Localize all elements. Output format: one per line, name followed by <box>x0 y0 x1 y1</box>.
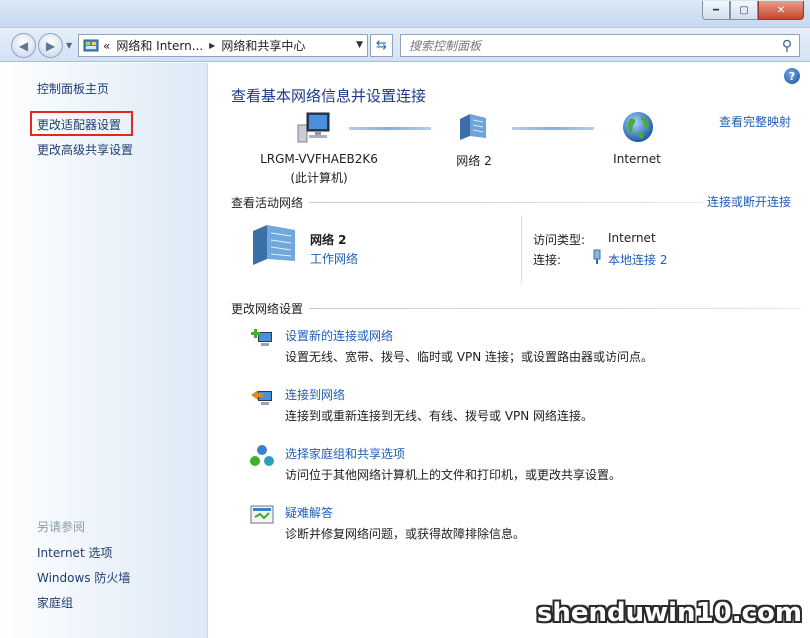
minimize-button[interactable]: ━ <box>702 1 730 20</box>
back-arrow-icon: ◀ <box>18 38 29 53</box>
help-icon[interactable]: ? <box>784 68 800 84</box>
network-type-link[interactable]: 工作网络 <box>310 250 358 267</box>
task-setup-new-connection-link[interactable]: 设置新的连接或网络 <box>285 327 393 344</box>
control-panel-icon <box>83 39 99 51</box>
breadcrumb-overflow[interactable]: « <box>103 39 110 53</box>
sidebar: 控制面板主页 更改适配器设置 更改高级共享设置 另请参阅 Internet 选项… <box>0 63 208 638</box>
maximize-icon: ▢ <box>739 4 749 16</box>
ethernet-icon <box>593 249 601 264</box>
task-troubleshoot-desc: 诊断并修复网络问题，或获得故障排除信息。 <box>285 527 526 541</box>
back-button[interactable]: ◀ <box>11 33 36 58</box>
forward-arrow-icon: ▶ <box>45 38 56 53</box>
local-connection-link[interactable]: 本地连接 2 <box>608 251 667 268</box>
refresh-button[interactable]: ⇆ <box>370 34 393 57</box>
network-icon <box>460 114 486 140</box>
network-node-label: 网络 2 <box>456 154 492 168</box>
view-full-map-link[interactable]: 查看完整映射 <box>719 113 791 130</box>
forward-button[interactable]: ▶ <box>38 33 63 58</box>
sidebar-link-windows-firewall[interactable]: Windows 防火墙 <box>37 569 130 586</box>
window-title-bar: ━ ▢ ✕ <box>0 0 810 28</box>
connect-to-network-icon <box>251 390 272 405</box>
address-dropdown-icon[interactable]: ▼ <box>356 40 363 50</box>
task-connect-to-network-desc: 连接到或重新连接到无线、有线、拨号或 VPN 网络连接。 <box>285 409 594 423</box>
internet-node-label: Internet <box>613 152 661 166</box>
connection-label: 连接: <box>533 253 562 267</box>
sidebar-link-internet-options[interactable]: Internet 选项 <box>37 544 112 561</box>
breadcrumb-separator-icon[interactable]: ▶ <box>209 41 215 50</box>
page-title: 查看基本网络信息并设置连接 <box>231 87 427 105</box>
task-setup-new-connection-desc: 设置无线、宽带、拨号、临时或 VPN 连接；或设置路由器或访问点。 <box>285 350 654 364</box>
connection-line-computer-network <box>349 127 431 130</box>
access-type-label: 访问类型: <box>533 233 586 247</box>
refresh-icon: ⇆ <box>376 38 387 53</box>
search-icon[interactable]: ⚲ <box>775 38 799 54</box>
computer-name-label: LRGM-VVFHAEB2K6 <box>260 152 378 166</box>
main-content: ? 查看基本网络信息并设置连接 查看完整映射 LRGM-VVFHAEB2K6 (… <box>209 63 810 638</box>
access-type-value: Internet <box>608 231 656 245</box>
connect-disconnect-link[interactable]: 连接或断开连接 <box>702 193 791 210</box>
close-icon: ✕ <box>776 4 786 16</box>
site-watermark: shenduwin10.com <box>536 598 802 628</box>
task-homegroup-sharing-desc: 访问位于其他网络计算机上的文件和打印机，或更改共享设置。 <box>285 468 622 482</box>
active-network-icon <box>253 225 295 265</box>
minimize-icon: ━ <box>712 4 720 16</box>
task-troubleshoot-link[interactable]: 疑难解答 <box>285 504 333 521</box>
sidebar-link-control-panel-home[interactable]: 控制面板主页 <box>37 80 109 97</box>
recent-pages-dropdown[interactable]: ▼ <box>66 41 72 50</box>
active-networks-heading: 查看活动网络 <box>231 194 310 211</box>
homegroup-sharing-icon <box>250 445 274 466</box>
task-connect-to-network-link[interactable]: 连接到网络 <box>285 386 345 403</box>
active-network-vertical-divider <box>521 215 522 283</box>
sidebar-link-change-adapter-settings[interactable]: 更改适配器设置 <box>37 116 121 133</box>
see-also-heading: 另请参阅 <box>37 520 86 534</box>
sidebar-link-advanced-sharing[interactable]: 更改高级共享设置 <box>37 141 133 158</box>
maximize-button[interactable]: ▢ <box>730 1 758 20</box>
connection-line-network-internet <box>512 127 594 130</box>
breadcrumb-network-sharing-center[interactable]: 网络和共享中心 <box>221 37 305 54</box>
task-homegroup-sharing-link[interactable]: 选择家庭组和共享选项 <box>285 445 405 462</box>
troubleshoot-icon <box>250 505 274 524</box>
breadcrumb-network-internet[interactable]: 网络和 Intern... <box>116 37 203 54</box>
navigation-bar: ◀ ▶ ▼ « 网络和 Intern... ▶ 网络和共享中心 ▼ ⇆ ⚲ <box>0 28 810 62</box>
this-computer-label: (此计算机) <box>290 171 348 185</box>
computer-icon <box>297 112 330 143</box>
search-box[interactable]: ⚲ <box>400 34 800 57</box>
address-bar[interactable]: « 网络和 Intern... ▶ 网络和共享中心 ▼ <box>78 34 368 57</box>
new-connection-icon <box>251 329 272 346</box>
active-network-name: 网络 2 <box>310 233 347 247</box>
change-settings-divider <box>231 308 801 309</box>
internet-globe-icon <box>623 112 653 142</box>
window-controls: ━ ▢ ✕ <box>702 1 804 20</box>
change-settings-heading: 更改网络设置 <box>231 300 310 317</box>
sidebar-link-homegroup[interactable]: 家庭组 <box>37 594 73 611</box>
close-button[interactable]: ✕ <box>758 1 804 20</box>
search-input[interactable] <box>409 38 775 53</box>
